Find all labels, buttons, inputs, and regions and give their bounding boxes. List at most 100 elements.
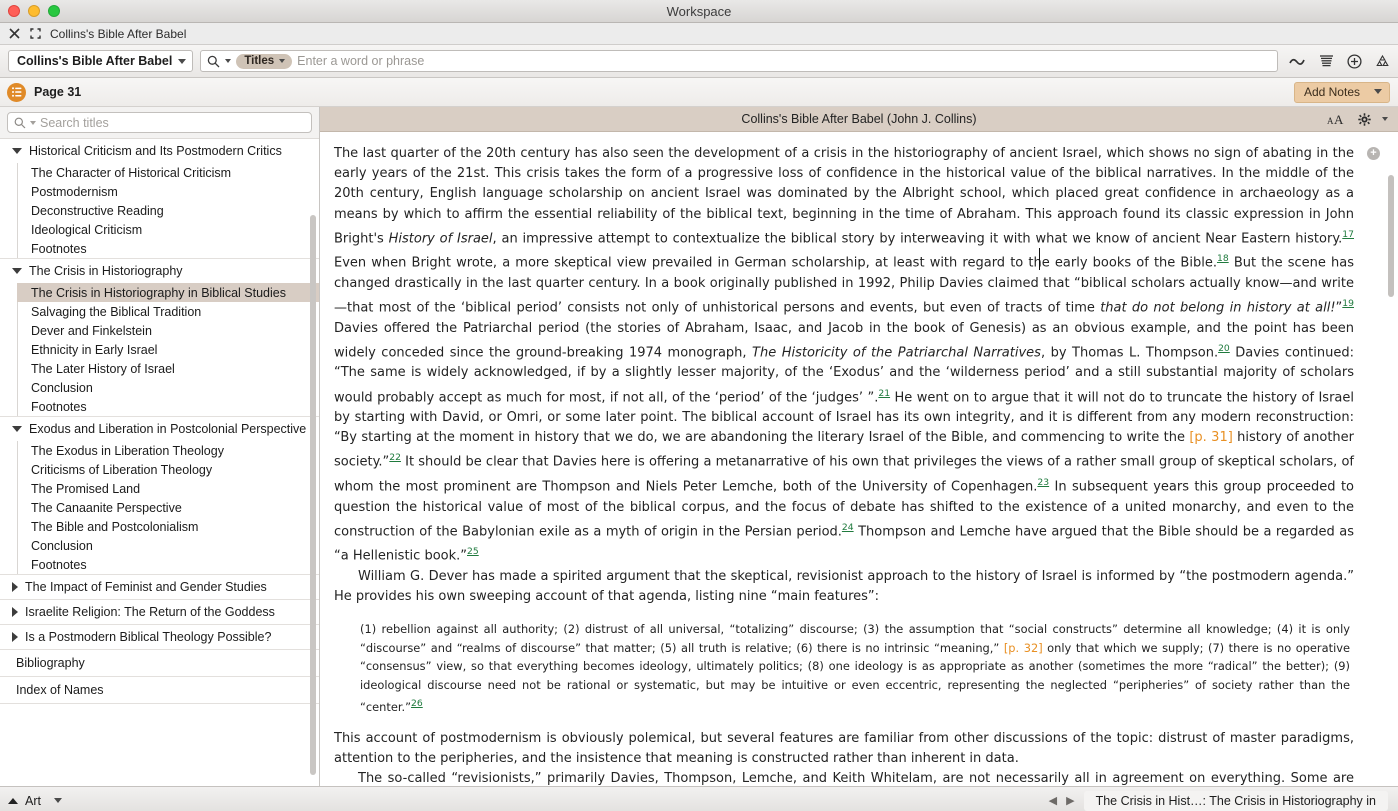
book-selector-label: Collins's Bible After Babel (17, 54, 173, 68)
toc-group: Is a Postmodern Biblical Theology Possib… (0, 625, 319, 650)
toc-item[interactable]: Salvaging the Biblical Tradition (17, 302, 319, 321)
sidebar-search[interactable]: Search titles (7, 112, 312, 133)
chevron-down-icon[interactable] (12, 148, 22, 154)
footnote-link[interactable]: 24 (842, 522, 854, 533)
chevron-right-icon[interactable] (12, 582, 18, 592)
close-icon[interactable] (8, 27, 21, 40)
font-size-icon[interactable]: A A (1327, 112, 1347, 126)
toc-group-header[interactable]: Historical Criticism and Its Postmodern … (0, 139, 319, 163)
toc-group-header[interactable]: Is a Postmodern Biblical Theology Possib… (0, 625, 319, 649)
document-body[interactable]: The last quarter of the 20th century has… (320, 132, 1398, 786)
chevron-down-icon (53, 798, 62, 803)
toc-group-label: Is a Postmodern Biblical Theology Possib… (25, 630, 272, 644)
paragraph-lines-icon[interactable] (1319, 54, 1334, 68)
toc-item[interactable]: Footnotes (17, 239, 319, 258)
blockquote: (1) rebellion against all authority; (2)… (360, 620, 1354, 716)
footnote-link[interactable]: 26 (411, 698, 423, 709)
plus-circle-icon[interactable] (1347, 53, 1362, 69)
toc-item[interactable]: The Exodus in Liberation Theology (17, 441, 319, 460)
toc-group-header[interactable]: The Crisis in Historiography (0, 259, 319, 283)
footnote-link[interactable]: 18 (1217, 253, 1229, 264)
toc-item[interactable]: Footnotes (17, 397, 319, 416)
prev-arrow-icon[interactable]: ◀ (1049, 794, 1057, 807)
chevron-right-icon[interactable] (12, 632, 18, 642)
toc-item[interactable]: Footnotes (17, 555, 319, 574)
chevron-down-icon[interactable] (12, 268, 22, 274)
page-marker[interactable]: [p. 31] (1189, 430, 1232, 445)
main-split: Search titles Historical Criticism and I… (0, 107, 1398, 786)
toc-item[interactable]: Conclusion (17, 536, 319, 555)
close-window-button[interactable] (8, 5, 20, 17)
footnote-link[interactable]: 21 (878, 388, 890, 399)
toc-item[interactable]: The Bible and Postcolonialism (17, 517, 319, 536)
toc-children: The Exodus in Liberation Theology Critici… (0, 441, 319, 574)
toc-item[interactable]: Index of Names (0, 677, 319, 704)
text-run: Even when Bright wrote, a more skeptical… (334, 255, 1217, 271)
search-scope-pill[interactable]: Titles (236, 53, 293, 69)
search-scope-label: Titles (244, 54, 275, 67)
toc-item[interactable]: The Character of Historical Criticism (17, 163, 319, 182)
toc-item[interactable]: Criticisms of Liberation Theology (17, 460, 319, 479)
paragraph-1: The last quarter of the 20th century has… (334, 144, 1354, 567)
footnote-link[interactable]: 25 (467, 546, 479, 557)
minimize-window-button[interactable] (28, 5, 40, 17)
search-icon[interactable] (14, 117, 26, 129)
sidebar-search-wrapper: Search titles (0, 107, 319, 139)
toc-item[interactable]: Conclusion (17, 378, 319, 397)
add-notes-button[interactable]: Add Notes (1293, 81, 1390, 103)
sidebar-scrollbar[interactable] (310, 215, 316, 775)
wave-icon[interactable] (1289, 55, 1306, 68)
toc-group-label: The Impact of Feminist and Gender Studie… (25, 580, 267, 594)
footnote-link[interactable]: 23 (1037, 477, 1049, 488)
add-annotation-icon[interactable]: + (1367, 147, 1380, 160)
list-icon[interactable] (7, 82, 26, 102)
toc-group: Historical Criticism and Its Postmodern … (0, 139, 319, 259)
expand-icon[interactable] (29, 27, 42, 40)
footnote-link[interactable]: 20 (1218, 343, 1230, 354)
toc-item[interactable]: The Promised Land (17, 479, 319, 498)
content-scrollbar[interactable] (1388, 175, 1394, 297)
toc-item[interactable]: Ethnicity in Early Israel (17, 340, 319, 359)
book-selector[interactable]: Collins's Bible After Babel (8, 50, 194, 72)
footnote-link[interactable]: 17 (1342, 229, 1354, 240)
table-of-contents[interactable]: Historical Criticism and Its Postmodern … (0, 139, 319, 786)
chevron-up-icon (8, 797, 18, 804)
maximize-window-button[interactable] (48, 5, 60, 17)
footnote-link[interactable]: 22 (389, 452, 401, 463)
toc-item[interactable]: The Canaanite Perspective (17, 498, 319, 517)
toc-item[interactable]: Dever and Finkelstein (17, 321, 319, 340)
toc-item[interactable]: Bibliography (0, 650, 319, 677)
page-marker[interactable]: [p. 32] (1004, 641, 1043, 655)
sidebar-search-input[interactable]: Search titles (40, 116, 109, 130)
chevron-down-icon[interactable] (1382, 117, 1388, 121)
search-options-chevron-icon[interactable] (225, 59, 232, 63)
window-titlebar: Workspace (0, 0, 1398, 23)
toc-item[interactable]: Deconstructive Reading (17, 201, 319, 220)
toc-group-header[interactable]: Israelite Religion: The Return of the Go… (0, 600, 319, 624)
next-arrow-icon[interactable]: ▶ (1066, 794, 1074, 807)
search-toolbar: Collins's Bible After Babel Titles Enter… (0, 45, 1398, 78)
toc-item[interactable]: Ideological Criticism (17, 220, 319, 239)
search-bar[interactable]: Titles Enter a word or phrase (200, 50, 1278, 72)
toc-item[interactable]: Postmodernism (17, 182, 319, 201)
document-tab-title[interactable]: Collins's Bible After Babel (50, 27, 186, 41)
breadcrumb[interactable]: The Crisis in Hist…: The Crisis in Histo… (1083, 790, 1388, 811)
page-indicator[interactable]: Page 31 (7, 82, 81, 102)
content-pane: Collins's Bible After Babel (John J. Col… (320, 107, 1398, 786)
toc-group-header[interactable]: Exodus and Liberation in Postcolonial Pe… (0, 417, 319, 441)
toc-item[interactable]: The Later History of Israel (17, 359, 319, 378)
recycle-icon[interactable] (1375, 54, 1390, 69)
add-notes-label: Add Notes (1303, 84, 1360, 99)
toc-group: Exodus and Liberation in Postcolonial Pe… (0, 417, 319, 575)
toc-item[interactable]: The Crisis in Historiography in Biblical… (17, 283, 319, 302)
paragraph-4: The so-called “revisionists,” primarily … (334, 769, 1354, 786)
search-icon[interactable] (207, 55, 220, 68)
chevron-right-icon[interactable] (12, 607, 18, 617)
search-input[interactable]: Enter a word or phrase (297, 54, 424, 68)
footnote-link[interactable]: 19 (1342, 298, 1354, 309)
toc-group-header[interactable]: The Impact of Feminist and Gender Studie… (0, 575, 319, 599)
category-selector[interactable]: Art (8, 794, 62, 808)
chevron-down-icon[interactable] (30, 120, 36, 125)
gear-icon[interactable] (1358, 112, 1371, 126)
chevron-down-icon[interactable] (12, 426, 22, 432)
